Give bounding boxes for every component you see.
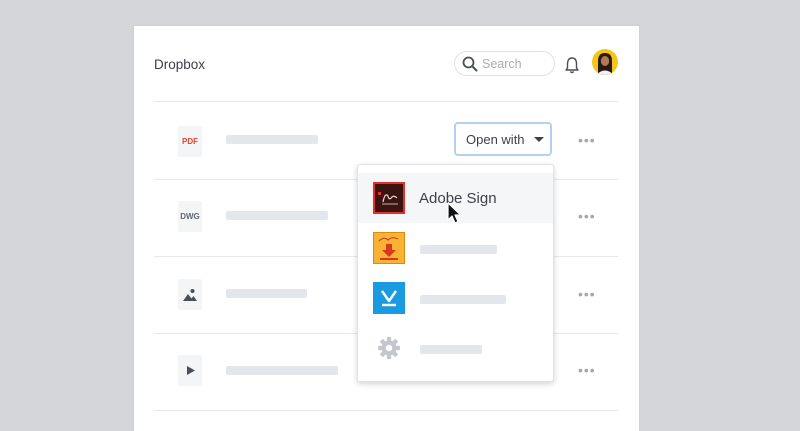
search-box[interactable] xyxy=(454,51,555,76)
dropbox-window: Dropbox PDF Open with ••• DWG ••• xyxy=(134,26,639,431)
app-name-placeholder xyxy=(420,295,506,304)
ez-sign-app-icon xyxy=(373,232,405,264)
avatar[interactable] xyxy=(592,49,618,75)
bell-icon[interactable] xyxy=(564,56,580,74)
open-with-menu: Adobe Sign xyxy=(357,164,554,382)
more-horizontal-icon[interactable]: ••• xyxy=(578,132,596,148)
avatar-image xyxy=(596,53,614,75)
app-title: Dropbox xyxy=(154,57,206,72)
caret-down-icon xyxy=(534,137,544,142)
dwg-file-icon: DWG xyxy=(178,201,202,232)
video-file-icon xyxy=(178,355,202,386)
file-name-placeholder[interactable] xyxy=(226,135,318,144)
app-name-placeholder xyxy=(420,245,497,254)
menu-item-placeholder xyxy=(420,345,482,354)
search-icon xyxy=(462,56,478,72)
file-name-placeholder[interactable] xyxy=(226,289,307,298)
file-type-label: DWG xyxy=(180,212,200,221)
row-divider xyxy=(154,410,618,411)
play-icon xyxy=(187,366,195,375)
more-horizontal-icon[interactable]: ••• xyxy=(578,362,596,378)
header-divider xyxy=(154,101,618,102)
docusign-app-icon xyxy=(373,282,405,314)
file-name-placeholder[interactable] xyxy=(226,366,338,375)
open-with-label: Open with xyxy=(466,132,525,147)
open-with-button[interactable]: Open with xyxy=(454,122,552,156)
file-name-placeholder[interactable] xyxy=(226,211,328,220)
image-file-icon xyxy=(178,279,202,310)
menu-item-settings[interactable] xyxy=(358,323,553,373)
gear-icon xyxy=(373,332,405,364)
menu-item-app-2[interactable] xyxy=(358,223,553,273)
adobe-sign-app-icon xyxy=(373,182,405,214)
file-type-label: PDF xyxy=(182,137,198,146)
more-horizontal-icon[interactable]: ••• xyxy=(578,208,596,224)
pdf-file-icon: PDF xyxy=(178,126,202,157)
mouse-cursor-icon xyxy=(447,202,462,224)
search-input[interactable] xyxy=(482,56,550,72)
more-horizontal-icon[interactable]: ••• xyxy=(578,286,596,302)
menu-item-app-3[interactable] xyxy=(358,273,553,323)
image-icon xyxy=(183,289,197,301)
